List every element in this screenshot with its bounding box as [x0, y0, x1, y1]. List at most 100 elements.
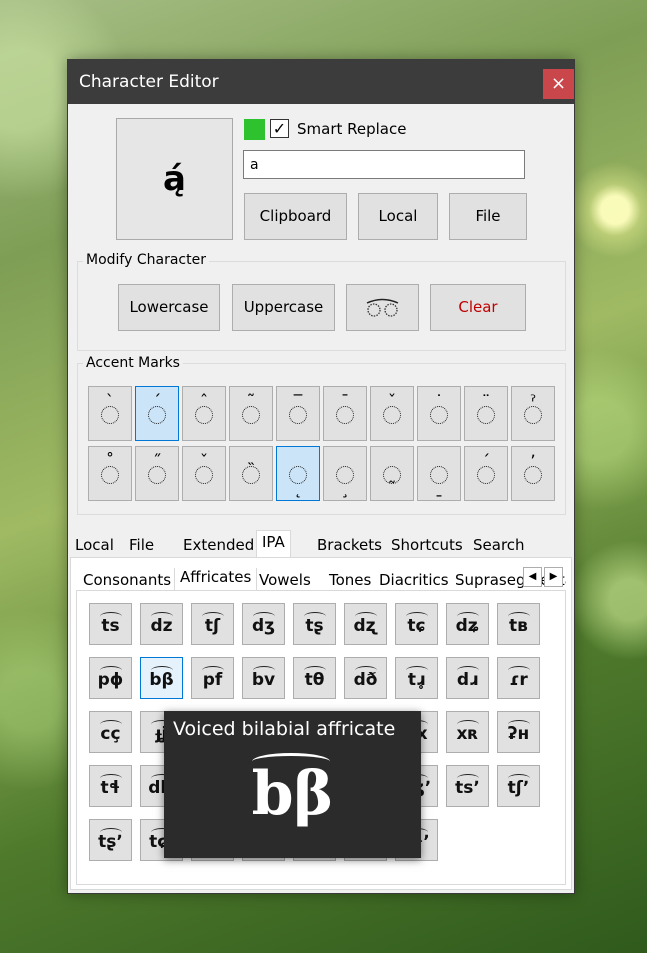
tie-bar-icon [355, 666, 377, 675]
affricate-button[interactable]: dɹ [446, 657, 489, 699]
character-input[interactable] [243, 150, 525, 179]
accent-dot-above-button[interactable]: ˙ [417, 386, 461, 441]
uppercase-button[interactable]: Uppercase [232, 284, 335, 331]
tab-local[interactable]: Local [70, 534, 119, 556]
accent-macron-button[interactable]: ‾ [276, 386, 320, 441]
subtab-consonants[interactable]: Consonants [78, 569, 176, 590]
affricate-button[interactable]: tʃ [191, 603, 234, 645]
accent-caron-small-button[interactable]: ˇ [182, 446, 226, 501]
affricate-button[interactable]: dz [140, 603, 183, 645]
tie-bar-icon [406, 666, 428, 675]
subtab-diacritics[interactable]: Diacritics [374, 569, 454, 590]
subtab-tones[interactable]: Tones [324, 569, 376, 590]
lowercase-button[interactable]: Lowercase [118, 284, 220, 331]
accent-double-grave-button[interactable]: ˵ [229, 446, 273, 501]
affricate-button[interactable]: bv [242, 657, 285, 699]
sub-tab-bar: Consonants Affricates Vowels Tones Diacritic… [78, 568, 566, 590]
tab-file[interactable]: File [124, 534, 159, 556]
tab-extended[interactable]: Extended [178, 534, 259, 556]
character-preview: ą́ [116, 118, 233, 240]
affricate-button[interactable]: tʃʼ [497, 765, 540, 807]
tie-bar-icon [406, 612, 428, 621]
affricate-button[interactable]: bβ [140, 657, 183, 699]
circumflex-mark-icon: ˆ [199, 392, 209, 412]
tie-bar-icon [457, 720, 479, 729]
glasses-icon [366, 298, 399, 317]
caron-mark-icon: ˇ [387, 392, 397, 412]
affricate-button[interactable]: tɹ̥ [395, 657, 438, 699]
ogonek-under-mark-icon: ˛ [293, 479, 303, 499]
affricate-button[interactable]: cç [89, 711, 132, 753]
tie-bar-icon [151, 612, 173, 621]
title-bar[interactable]: Character Editor × [68, 60, 574, 104]
accent-double-acute-button[interactable]: ˝ [135, 446, 179, 501]
accent-tilde-below-button[interactable]: ˜ [370, 446, 414, 501]
affricate-button[interactable]: pɸ [89, 657, 132, 699]
subtab-affricates[interactable]: Affricates [174, 568, 258, 590]
accent-tilde-button[interactable]: ˜ [229, 386, 273, 441]
affricate-button[interactable]: tɕ [395, 603, 438, 645]
accent-grave-button[interactable]: ` [88, 386, 132, 441]
accent-acute-right-button[interactable]: ´ [464, 446, 508, 501]
affricate-button[interactable]: dʒ [242, 603, 285, 645]
tab-scroll-right[interactable]: ▶ [544, 567, 563, 587]
affricate-button[interactable]: tθ [293, 657, 336, 699]
glasses-button[interactable] [346, 284, 419, 331]
tie-bar-icon [100, 666, 122, 675]
accent-acute-button[interactable]: ´ [135, 386, 179, 441]
color-swatch[interactable] [244, 119, 265, 140]
close-button[interactable]: × [543, 69, 574, 99]
clipboard-button[interactable]: Clipboard [244, 193, 347, 240]
affricate-button[interactable]: tʂ [293, 603, 336, 645]
tie-bar-icon [100, 774, 122, 783]
clear-button[interactable]: Clear [430, 284, 526, 331]
affricate-button[interactable]: dʑ [446, 603, 489, 645]
affricate-button[interactable]: dʐ [344, 603, 387, 645]
accent-overline-button[interactable]: ¯ [323, 386, 367, 441]
tie-bar-icon [508, 774, 530, 783]
tie-bar-icon [100, 612, 122, 621]
affricate-button[interactable]: pf [191, 657, 234, 699]
tie-bar-icon [304, 612, 326, 621]
affricate-button[interactable]: tʙ [497, 603, 540, 645]
file-button[interactable]: File [449, 193, 527, 240]
acute-mark-icon: ´ [152, 392, 162, 412]
affricate-button[interactable]: ts [89, 603, 132, 645]
accent-diaeresis-button[interactable]: ¨ [464, 386, 508, 441]
macron-below-mark-icon: ˍ [434, 479, 444, 499]
accent-caron-button[interactable]: ˇ [370, 386, 414, 441]
macron-mark-icon: ‾ [293, 392, 303, 412]
tie-bar-icon [253, 612, 275, 621]
accent-ogonek-under-button[interactable]: ˛ [276, 446, 320, 501]
tilde-below-mark-icon: ˜ [387, 479, 397, 499]
smart-replace-checkbox[interactable]: ✓ [270, 119, 289, 138]
affricate-button[interactable]: dð [344, 657, 387, 699]
affricate-button[interactable]: tsʼ [446, 765, 489, 807]
tab-scroll-left[interactable]: ◀ [523, 567, 542, 587]
tab-shortcuts[interactable]: Shortcuts [386, 534, 468, 556]
tie-bar-icon [508, 666, 530, 675]
tab-ipa[interactable]: IPA [256, 530, 291, 557]
accent-hook-above-button[interactable]: ˀ [511, 386, 555, 441]
overline-mark-icon: ¯ [340, 392, 350, 412]
accent-macron-below-button[interactable]: ˍ [417, 446, 461, 501]
accent-circumflex-button[interactable]: ˆ [182, 386, 226, 441]
affricate-button[interactable]: ʡʜ [497, 711, 540, 753]
tab-brackets[interactable]: Brackets [312, 534, 387, 556]
grave-mark-icon: ` [105, 392, 115, 412]
tilde-mark-icon: ˜ [246, 392, 256, 412]
affricate-button[interactable]: tʂʼ [89, 819, 132, 861]
affricate-button[interactable]: xʀ [446, 711, 489, 753]
tie-bar-icon [508, 720, 530, 729]
tab-search[interactable]: Search [468, 534, 530, 556]
accent-comma-above-right-button[interactable]: ʼ [511, 446, 555, 501]
accent-ring-above-button[interactable]: ˚ [88, 446, 132, 501]
ring-above-mark-icon: ˚ [105, 452, 115, 472]
tie-bar-icon [202, 612, 224, 621]
local-button[interactable]: Local [358, 193, 438, 240]
affricate-button[interactable]: tɬ [89, 765, 132, 807]
affricate-button[interactable]: ɾr [497, 657, 540, 699]
subtab-vowels[interactable]: Vowels [254, 569, 316, 590]
accent-cedilla-button[interactable]: ¸ [323, 446, 367, 501]
caron-small-mark-icon: ˇ [199, 452, 209, 472]
